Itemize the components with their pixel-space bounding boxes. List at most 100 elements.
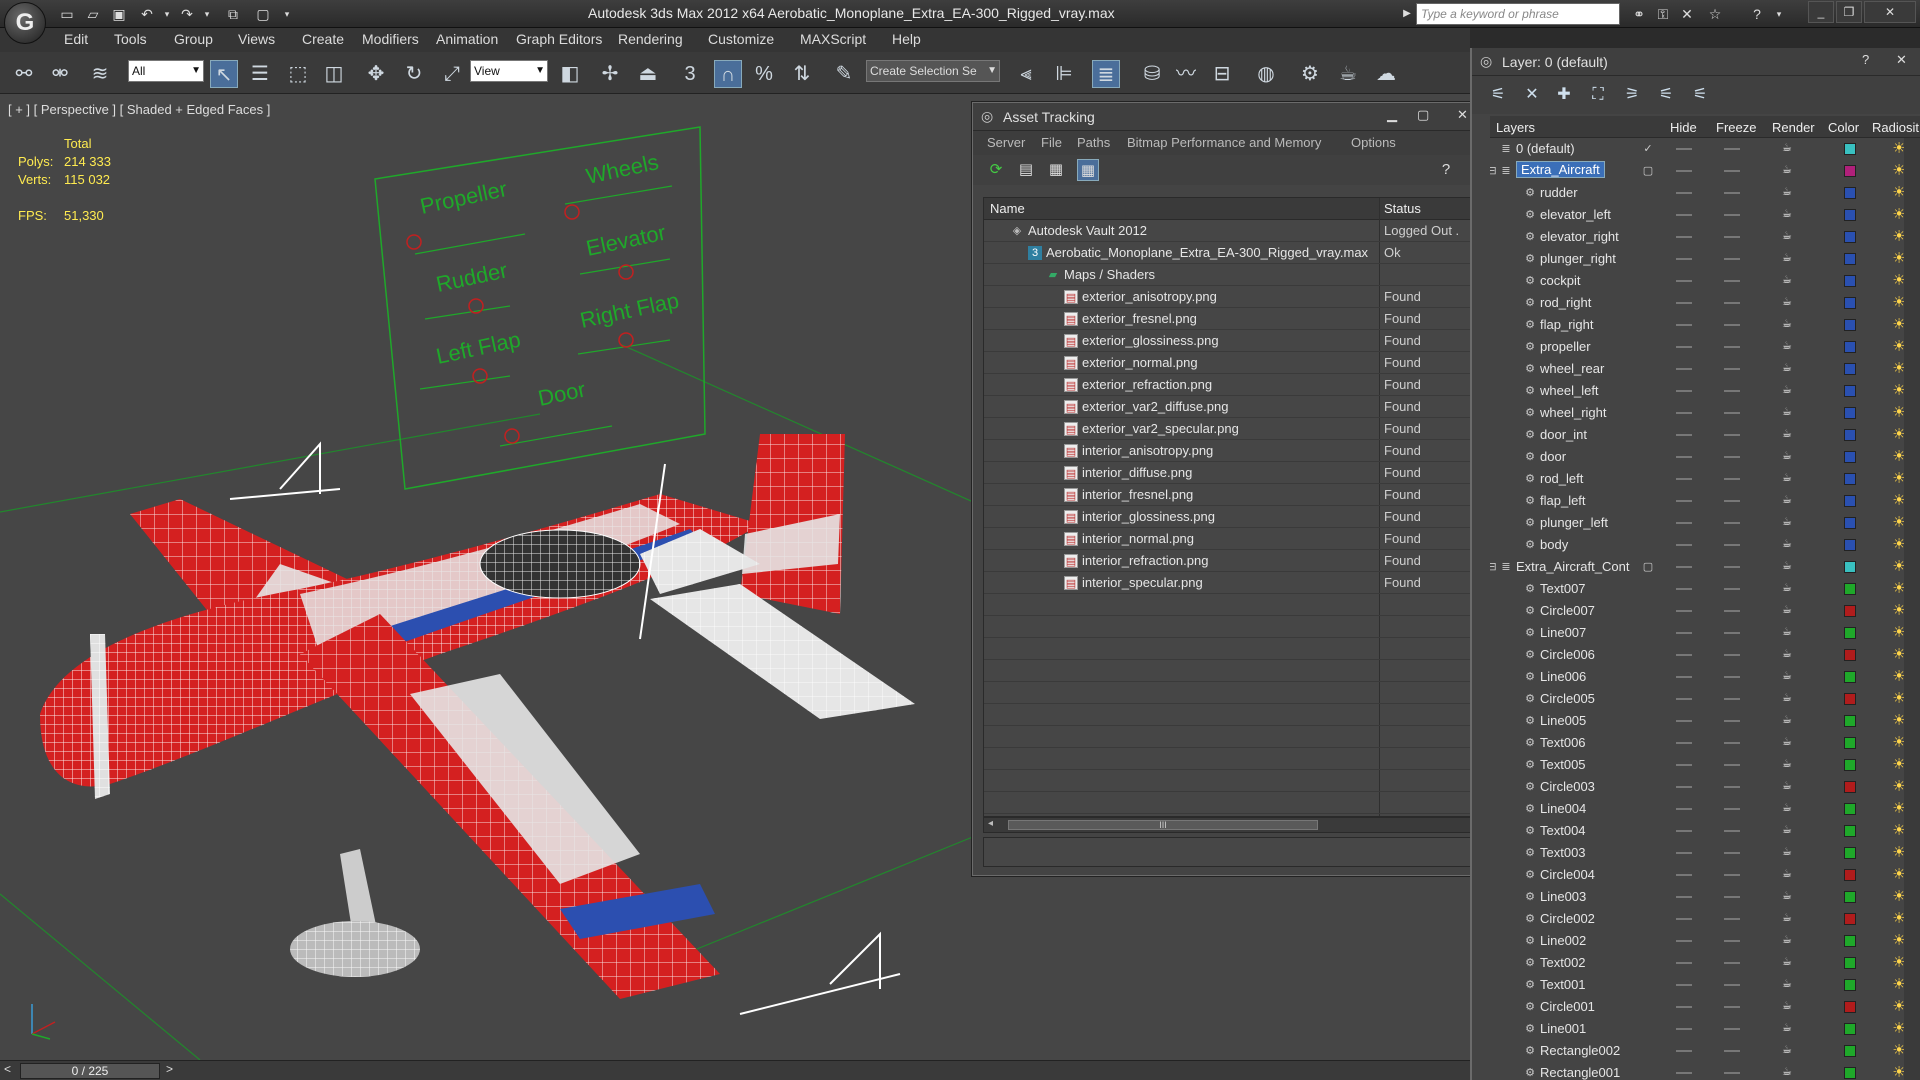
- color-swatch[interactable]: [1844, 671, 1856, 683]
- layer-row[interactable]: ⚙ flap_left ☕ ☀: [1490, 490, 1920, 512]
- layer-row[interactable]: ⚙ Circle004 ☕ ☀: [1490, 864, 1920, 886]
- hide-toggle[interactable]: [1676, 1050, 1692, 1052]
- reference-coordinate-dropdown[interactable]: View ▼: [470, 60, 548, 82]
- select-and-manipulate-icon[interactable]: ✢: [596, 60, 624, 88]
- menu-views[interactable]: Views: [238, 31, 275, 47]
- color-swatch[interactable]: [1844, 715, 1856, 727]
- hide-toggle[interactable]: [1676, 390, 1692, 392]
- render-teapot-icon[interactable]: ☕: [1782, 604, 1796, 616]
- graphite-modeling-tools-icon[interactable]: ⛁: [1138, 60, 1166, 88]
- layer-row[interactable]: ⚙ elevator_left ☕ ☀: [1490, 204, 1920, 226]
- freeze-toggle[interactable]: [1724, 786, 1740, 788]
- freeze-toggle[interactable]: [1724, 1050, 1740, 1052]
- render-teapot-icon[interactable]: ☕: [1782, 582, 1796, 594]
- render-teapot-icon[interactable]: ☕: [1782, 164, 1796, 176]
- help-dropdown-icon[interactable]: ▾: [1768, 4, 1790, 24]
- select-and-link-icon[interactable]: ⚯: [10, 60, 38, 88]
- time-next-icon[interactable]: >: [166, 1062, 173, 1076]
- color-swatch[interactable]: [1844, 143, 1856, 155]
- layer-name[interactable]: flap_right: [1540, 317, 1593, 332]
- column-layers[interactable]: Layers: [1496, 120, 1535, 135]
- hide-toggle[interactable]: [1676, 500, 1692, 502]
- hide-toggle[interactable]: [1676, 808, 1692, 810]
- menu-maxscript[interactable]: MAXScript: [800, 31, 866, 47]
- color-swatch[interactable]: [1844, 979, 1856, 991]
- minimize-button[interactable]: _: [1808, 1, 1834, 23]
- thumbnail-view-icon[interactable]: ▦: [1045, 159, 1067, 181]
- render-teapot-icon[interactable]: ☕: [1782, 560, 1796, 572]
- layer-row[interactable]: ⊟≣Extra_Aircraft▢☕☀: [1490, 160, 1920, 182]
- asset-row[interactable]: ▤ interior_diffuse.png Found: [984, 462, 1477, 484]
- freeze-toggle[interactable]: [1724, 1028, 1740, 1030]
- hide-toggle[interactable]: [1676, 786, 1692, 788]
- infocenter-expand-icon[interactable]: ▶: [1396, 4, 1418, 24]
- color-swatch[interactable]: [1844, 803, 1856, 815]
- render-teapot-icon[interactable]: ☕: [1782, 1000, 1796, 1012]
- layer-name[interactable]: Text002: [1540, 955, 1586, 970]
- close-button[interactable]: ✕: [1864, 1, 1916, 23]
- layer-name[interactable]: wheel_right: [1540, 405, 1607, 420]
- layer-name[interactable]: Line007: [1540, 625, 1586, 640]
- asset-row[interactable]: ▤ exterior_anisotropy.png Found: [984, 286, 1477, 308]
- column-render[interactable]: Render: [1772, 120, 1815, 135]
- hide-toggle[interactable]: [1676, 324, 1692, 326]
- help-icon[interactable]: ?: [1746, 4, 1768, 24]
- render-teapot-icon[interactable]: ☕: [1782, 538, 1796, 550]
- layer-name[interactable]: Line005: [1540, 713, 1586, 728]
- open-file-icon[interactable]: ▱: [82, 4, 104, 24]
- render-production-icon[interactable]: ☁: [1372, 60, 1400, 88]
- freeze-toggle[interactable]: [1724, 566, 1740, 568]
- hide-toggle[interactable]: [1676, 962, 1692, 964]
- freeze-toggle[interactable]: [1724, 940, 1740, 942]
- add-to-layer-icon[interactable]: ✚: [1552, 84, 1576, 106]
- layer-close-button[interactable]: ✕: [1896, 52, 1907, 68]
- layer-name[interactable]: Line006: [1540, 669, 1586, 684]
- asset-minimize-button[interactable]: ▁: [1387, 107, 1397, 123]
- hide-toggle[interactable]: [1676, 764, 1692, 766]
- hide-toggle[interactable]: [1676, 698, 1692, 700]
- layer-name[interactable]: wheel_left: [1540, 383, 1599, 398]
- menu-animation[interactable]: Animation: [436, 31, 498, 47]
- asset-row[interactable]: ▤ exterior_refraction.png Found: [984, 374, 1477, 396]
- render-teapot-icon[interactable]: ☕: [1782, 846, 1796, 858]
- app-logo-icon[interactable]: G: [4, 2, 46, 44]
- render-teapot-icon[interactable]: ☕: [1782, 318, 1796, 330]
- freeze-toggle[interactable]: [1724, 1072, 1740, 1074]
- color-swatch[interactable]: [1844, 385, 1856, 397]
- hide-toggle[interactable]: [1676, 148, 1692, 150]
- asset-row[interactable]: ▤ interior_normal.png Found: [984, 528, 1477, 550]
- freeze-toggle[interactable]: [1724, 214, 1740, 216]
- layer-row[interactable]: ⚙ Line003 ☕ ☀: [1490, 886, 1920, 908]
- layer-row[interactable]: ⚙ Text001 ☕ ☀: [1490, 974, 1920, 996]
- freeze-toggle[interactable]: [1724, 962, 1740, 964]
- hide-toggle[interactable]: [1676, 632, 1692, 634]
- align-icon[interactable]: ⊫: [1050, 60, 1078, 88]
- color-swatch[interactable]: [1844, 847, 1856, 859]
- layer-row[interactable]: ⚙ Line005 ☕ ☀: [1490, 710, 1920, 732]
- time-slider[interactable]: 0 / 225: [20, 1063, 160, 1079]
- layer-name[interactable]: elevator_right: [1540, 229, 1619, 244]
- asset-tracking-titlebar[interactable]: ◎ Asset Tracking ▁ ▢ ✕: [973, 103, 1477, 131]
- color-swatch[interactable]: [1844, 1001, 1856, 1013]
- asset-row[interactable]: ▤ interior_refraction.png Found: [984, 550, 1477, 572]
- layer-row[interactable]: ⚙ wheel_right ☕ ☀: [1490, 402, 1920, 424]
- freeze-toggle[interactable]: [1724, 984, 1740, 986]
- render-teapot-icon[interactable]: ☕: [1782, 340, 1796, 352]
- color-swatch[interactable]: [1844, 253, 1856, 265]
- render-teapot-icon[interactable]: ☕: [1782, 758, 1796, 770]
- color-swatch[interactable]: [1844, 605, 1856, 617]
- freeze-toggle[interactable]: [1724, 588, 1740, 590]
- menu-tools[interactable]: Tools: [114, 31, 147, 47]
- layer-name[interactable]: cockpit: [1540, 273, 1580, 288]
- color-swatch[interactable]: [1844, 583, 1856, 595]
- color-swatch[interactable]: [1844, 781, 1856, 793]
- freeze-toggle[interactable]: [1724, 1006, 1740, 1008]
- layer-row[interactable]: ⚙ wheel_rear ☕ ☀: [1490, 358, 1920, 380]
- render-teapot-icon[interactable]: ☕: [1782, 714, 1796, 726]
- menu-create[interactable]: Create: [302, 31, 344, 47]
- select-object-icon[interactable]: ↖: [210, 60, 238, 88]
- color-swatch[interactable]: [1844, 297, 1856, 309]
- asset-menu-bitmap-performance[interactable]: Bitmap Performance and Memory: [1127, 135, 1321, 150]
- select-highlighted-icon[interactable]: ⛶: [1586, 84, 1610, 106]
- schematic-view-icon[interactable]: ⊟: [1208, 60, 1236, 88]
